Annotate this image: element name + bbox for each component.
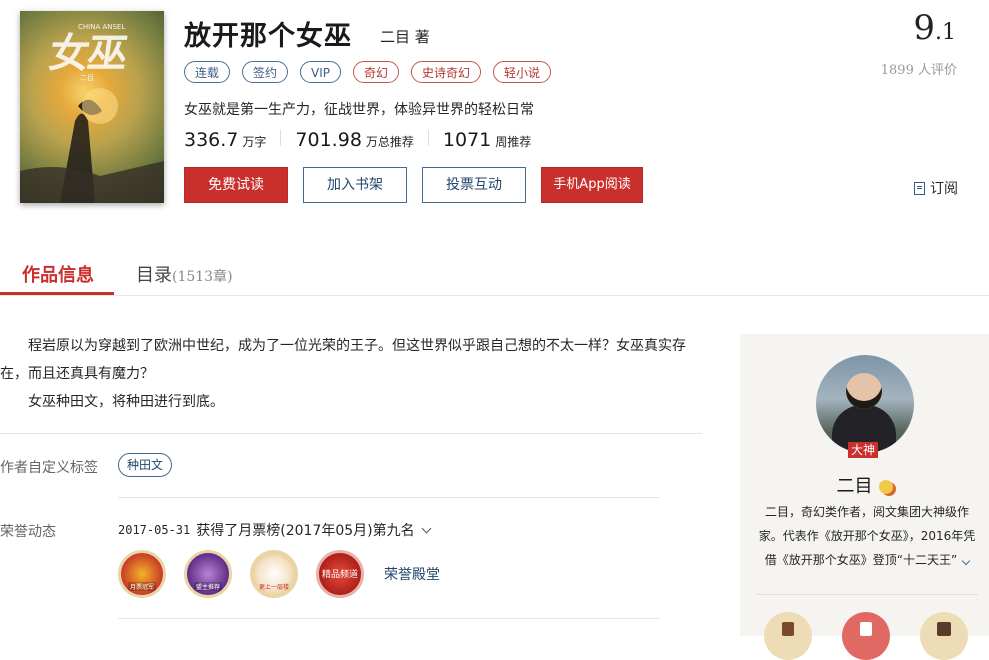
book-intro: 女巫就是第一生产力，征战世界，体验异世界的轻松日常: [184, 102, 534, 118]
description-paragraph: 女巫种田文，将种田进行到底。: [0, 394, 224, 410]
book-tags: 连载 签约 VIP 奇幻 史诗奇幻 轻小说: [184, 61, 563, 83]
active-tab-indicator: [0, 292, 114, 295]
custom-tags-label: 作者自定义标签: [0, 460, 98, 476]
tab-catalog[interactable]: 目录(1513章): [136, 261, 233, 287]
badge-caption: 精品频道: [321, 570, 359, 580]
rating-count-label: 人评价: [913, 63, 957, 78]
book-icon: [782, 622, 794, 636]
tag-serial: 连载: [184, 61, 231, 83]
stat-week-rec-value: 1071: [442, 129, 492, 151]
honor-entry[interactable]: 2017-05-31 获得了月票榜(2017年05月)第九名: [118, 520, 432, 540]
tab-work-info[interactable]: 作品信息: [22, 261, 94, 287]
badge-caption: 更上一层楼: [258, 584, 290, 591]
cup-icon: [937, 622, 951, 636]
author-stats-icon[interactable]: [842, 612, 890, 660]
tab-bar: 作品信息 目录(1513章): [0, 251, 989, 296]
book-cover[interactable]: CHINA ANSEL 女巫 二目: [20, 11, 164, 203]
book-author[interactable]: 二目 著: [380, 26, 430, 47]
chevron-down-icon[interactable]: [421, 523, 432, 533]
author-works-icon[interactable]: [764, 612, 812, 660]
rating-count: 1899 人评价: [881, 59, 957, 78]
honor-badges: 月票冠军 盟主推荐 更上一层楼 精品频道 荣誉殿堂: [118, 550, 440, 598]
section-divider: [118, 618, 660, 619]
tag-light-novel[interactable]: 轻小说: [493, 61, 552, 83]
monthly-ticket-badge-icon[interactable]: 月票冠军: [118, 550, 166, 598]
stat-total-rec: 701.98 万总推荐: [295, 129, 414, 151]
book-score: 9.1: [913, 8, 956, 48]
honors-label: 荣誉动态: [0, 524, 56, 540]
chevron-down-icon[interactable]: [961, 556, 971, 566]
document-icon: [914, 181, 925, 195]
section-divider: [118, 497, 660, 498]
vote-button[interactable]: 投票互动: [422, 167, 526, 203]
section-divider: [0, 433, 702, 434]
author-bio-text: 二目，奇幻类作者，阅文集团大神级作家。代表作《放开那个女巫》，2016年凭借《放…: [758, 505, 976, 567]
stat-week-rec-unit: 周推荐: [495, 135, 532, 149]
tag-vip: VIP: [300, 61, 342, 83]
author-name[interactable]: 二目: [837, 476, 873, 497]
subscribe-link[interactable]: 订阅: [914, 178, 958, 198]
tab-catalog-count: (1513章): [172, 269, 233, 285]
score-integer: 9: [913, 8, 935, 48]
book-title: 放开那个女巫: [184, 21, 352, 52]
stat-divider: [280, 130, 282, 146]
stat-words-value: 336.7: [184, 129, 239, 151]
stat-total-rec-unit: 万总推荐: [365, 135, 414, 149]
leader-badge-icon[interactable]: 盟主推荐: [184, 550, 232, 598]
honor-date: 2017-05-31: [118, 523, 191, 537]
author-avatar[interactable]: [816, 355, 914, 453]
tab-catalog-label: 目录: [136, 265, 172, 286]
stat-words-unit: 万字: [242, 135, 267, 149]
free-read-button[interactable]: 免费试读: [184, 167, 288, 203]
stat-total-rec-value: 701.98: [295, 129, 362, 151]
badge-caption: 盟主推荐: [193, 582, 223, 591]
section-divider: [756, 594, 978, 595]
book-stats: 336.7 万字 701.98 万总推荐 1071 周推荐: [184, 129, 531, 151]
great-god-badge: 大神: [848, 442, 879, 458]
honor-hall-link[interactable]: 荣誉殿堂: [384, 564, 440, 584]
author-card: 大神 二目 二目，奇幻类作者，阅文集团大神级作家。代表作《放开那个女巫》，201…: [740, 334, 989, 660]
premium-channel-badge-icon[interactable]: 精品频道: [316, 550, 364, 598]
stat-divider: [427, 130, 429, 146]
author-coffee-icon[interactable]: [920, 612, 968, 660]
add-to-shelf-button[interactable]: 加入书架: [303, 167, 407, 203]
badge-caption: 月票冠军: [127, 582, 157, 591]
rating-count-number: 1899: [880, 63, 914, 78]
cover-title: 女巫: [46, 30, 129, 77]
score-decimal: .1: [935, 20, 956, 45]
document-icon: [860, 622, 872, 636]
author-bio: 二目，奇幻类作者，阅文集团大神级作家。代表作《放开那个女巫》，2016年凭借《放…: [756, 500, 978, 572]
tag-fantasy[interactable]: 奇幻: [353, 61, 400, 83]
update-badge-icon[interactable]: 更上一层楼: [250, 550, 298, 598]
author-level-icon: [878, 480, 893, 494]
tag-epic-fantasy[interactable]: 史诗奇幻: [411, 61, 482, 83]
custom-tag-chip[interactable]: 种田文: [118, 453, 173, 477]
stat-words: 336.7 万字: [184, 129, 266, 151]
honor-text: 获得了月票榜(2017年05月)第九名: [196, 523, 415, 539]
subscribe-label: 订阅: [930, 181, 958, 197]
app-read-button[interactable]: 手机App阅读: [541, 167, 643, 203]
book-description: 程岩原以为穿越到了欧洲中世纪，成为了一位光荣的王子。但这世界似乎跟自己想的不太一…: [0, 332, 700, 416]
cover-author: 二目: [80, 74, 94, 82]
tag-signed: 签约: [242, 61, 289, 83]
avatar-head: [846, 373, 882, 409]
description-paragraph: 程岩原以为穿越到了欧洲中世纪，成为了一位光荣的王子。但这世界似乎跟自己想的不太一…: [0, 338, 686, 382]
author-name-row: 二目: [740, 472, 989, 498]
stat-week-rec: 1071 周推荐: [443, 129, 531, 151]
